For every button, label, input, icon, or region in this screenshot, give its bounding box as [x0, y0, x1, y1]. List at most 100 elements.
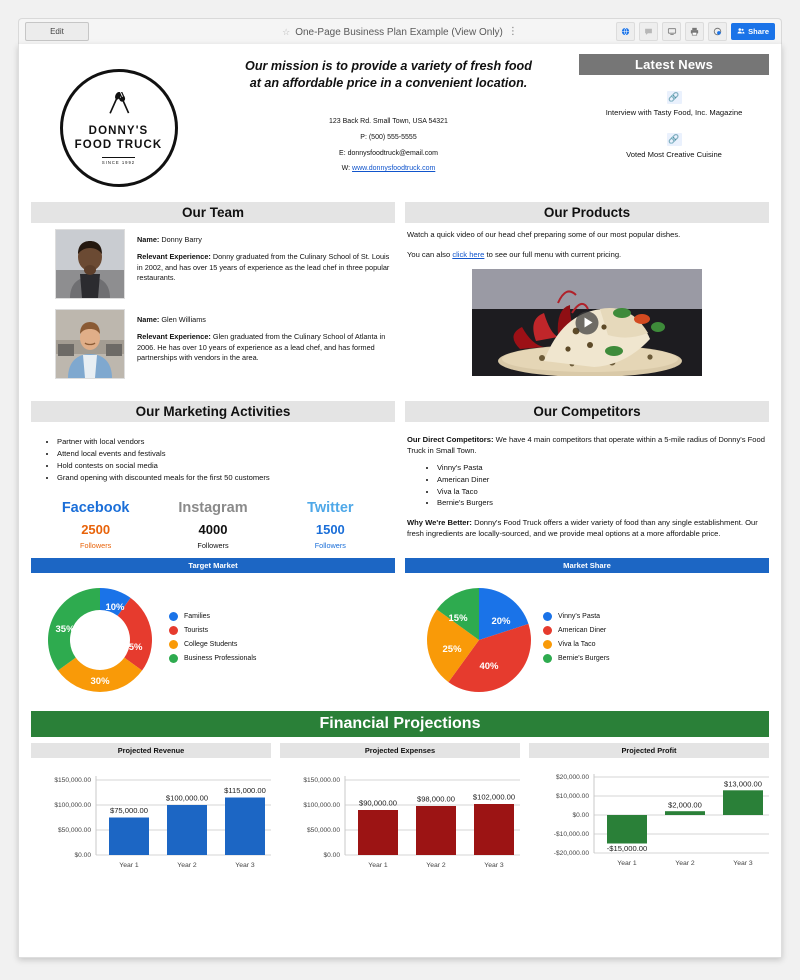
globe-icon[interactable] — [616, 22, 636, 41]
svg-text:$50,000.00: $50,000.00 — [307, 827, 340, 834]
social-count: 1500 — [315, 522, 345, 538]
social-stat-twitter: Twitter 1500 Followers — [272, 500, 389, 550]
contact-website-link[interactable]: www.donnysfoodtruck.com — [352, 165, 435, 172]
social-stat-facebook: Facebook 2500 Followers — [37, 500, 154, 550]
svg-text:Year 1: Year 1 — [119, 862, 139, 869]
svg-text:Year 3: Year 3 — [235, 862, 255, 869]
team-name-label: Name: — [137, 315, 160, 324]
present-icon[interactable] — [662, 22, 682, 41]
list-item: Viva la Taco — [437, 486, 767, 498]
marketing-activities-list: Partner with local vendors Attend local … — [31, 436, 395, 484]
social-network-name: Instagram — [178, 499, 248, 516]
edit-button[interactable]: Edit — [25, 22, 89, 41]
latest-news-title: Latest News — [579, 54, 769, 75]
competitors-title: Our Competitors — [405, 401, 769, 422]
legend-label: Bernie's Burgers — [558, 654, 610, 662]
logo-name-line1: DONNY'S — [88, 124, 149, 137]
market-share-chart-card: Market Share 20% 40% 25% 15% Vinny's Pas… — [405, 557, 769, 705]
link-icon[interactable]: 🔗 — [666, 91, 682, 104]
svg-text:Year 3: Year 3 — [484, 862, 504, 869]
team-products-row: Our Team Name: Donny Barry Relevant Expe… — [19, 202, 781, 389]
marketing-section: Our Marketing Activities Partner with lo… — [31, 401, 395, 550]
svg-text:40%: 40% — [479, 661, 499, 672]
why-better-label: Why We're Better: — [407, 518, 472, 528]
list-item: Grand opening with discounted meals for … — [57, 472, 395, 484]
our-team-title: Our Team — [31, 202, 395, 223]
legend-swatch — [543, 611, 552, 621]
svg-text:$10,000.00: $10,000.00 — [556, 793, 589, 800]
svg-text:Year 2: Year 2 — [426, 862, 446, 869]
logo-since: SINCE 1992 — [101, 157, 136, 165]
team-member-text: Name: Glen Williams Relevant Experience:… — [137, 309, 395, 379]
products-line2-after: to see our full menu with current pricin… — [484, 250, 622, 259]
svg-text:$50,000.00: $50,000.00 — [58, 827, 91, 834]
app-window: Edit ☆ One-Page Business Plan Example (V… — [0, 0, 800, 980]
logo-name-line2: FOOD TRUCK — [74, 138, 163, 151]
svg-text:$2,000.00: $2,000.00 — [668, 800, 702, 809]
projected-expenses-chart: $150,000.00 $100,000.00 $50,000.00 $0.00 — [280, 758, 520, 877]
legend-swatch — [169, 639, 178, 649]
svg-text:$13,000.00: $13,000.00 — [724, 779, 762, 788]
svg-text:$100,000.00: $100,000.00 — [303, 802, 340, 809]
contact-email: E: donnysfoodtruck@email.com — [339, 149, 438, 157]
list-item: American Diner — [437, 474, 767, 486]
legend-label: American Diner — [558, 626, 607, 634]
legend-swatch — [169, 611, 178, 621]
share-label: Share — [748, 27, 769, 36]
contact-phone: P: (500) 555-5555 — [360, 133, 417, 141]
target-market-chart-body: 10% 25% 30% 35% Families Tourists Colleg… — [31, 573, 395, 705]
legend-swatch — [543, 625, 552, 635]
team-member-text: Name: Donny Barry Relevant Experience: D… — [137, 229, 395, 299]
contact-block: 123 Back Rd. Small Town, USA 54321 P: (5… — [206, 114, 571, 177]
news-item[interactable]: 🔗 Voted Most Creative Cuisine — [579, 129, 769, 159]
print-icon[interactable] — [685, 22, 705, 41]
chef-dish-video-thumbnail[interactable] — [472, 269, 702, 376]
page-header: DONNY'S FOOD TRUCK SINCE 1992 Our missio… — [19, 44, 781, 202]
svg-text:35%: 35% — [55, 624, 75, 635]
team-member-name: Donny Barry — [161, 235, 202, 244]
news-item-label: Interview with Tasty Food, Inc. Magazine — [605, 108, 743, 117]
link-icon[interactable]: 🔗 — [666, 133, 682, 146]
people-icon — [737, 27, 745, 37]
list-item: Attend local events and festivals — [57, 448, 395, 460]
list-item: Partner with local vendors — [57, 436, 395, 448]
legend-item: Bernie's Burgers — [543, 653, 765, 663]
news-item-label: Voted Most Creative Cuisine — [626, 150, 722, 159]
document-title[interactable]: One-Page Business Plan Example (View Onl… — [295, 27, 503, 38]
team-exp-label: Relevant Experience: — [137, 332, 211, 342]
team-name-label: Name: — [137, 235, 160, 244]
direct-competitors-paragraph: Our Direct Competitors: We have 4 main c… — [407, 434, 767, 456]
pie-charts-row: Target Market 10% 25% 30% 35% Families T… — [19, 557, 781, 705]
team-member: Name: Donny Barry Relevant Experience: D… — [31, 229, 395, 299]
svg-text:$90,000.00: $90,000.00 — [359, 798, 397, 807]
legend-label: Families — [184, 612, 211, 620]
list-item: Bernie's Burgers — [437, 497, 767, 509]
financial-charts-row: Projected Revenue $150,000.00 $100,000.0… — [19, 742, 781, 877]
legend-swatch — [543, 639, 552, 649]
legend-label: Vinny's Pasta — [558, 612, 601, 620]
projected-expenses-title: Projected Expenses — [280, 742, 520, 758]
crossed-utensils-icon — [104, 91, 134, 121]
share-button[interactable]: Share — [731, 23, 775, 40]
history-icon[interactable] — [708, 22, 728, 41]
marketing-title: Our Marketing Activities — [31, 401, 395, 422]
play-icon[interactable] — [575, 311, 599, 334]
team-member-name: Glen Williams — [161, 315, 206, 324]
target-market-donut: 10% 25% 30% 35% — [48, 587, 152, 692]
competitors-list: Vinny's Pasta American Diner Viva la Tac… — [407, 462, 767, 509]
svg-text:15%: 15% — [448, 613, 468, 624]
news-item[interactable]: 🔗 Interview with Tasty Food, Inc. Magazi… — [579, 87, 769, 117]
menu-link[interactable]: click here — [452, 250, 484, 259]
star-outline-icon[interactable]: ☆ — [282, 27, 290, 38]
more-vertical-icon[interactable]: ⋮ — [508, 27, 518, 37]
svg-text:$150,000.00: $150,000.00 — [303, 777, 340, 784]
svg-text:Year 2: Year 2 — [675, 860, 695, 867]
svg-text:25%: 25% — [123, 642, 143, 653]
market-share-chart-body: 20% 40% 25% 15% Vinny's Pasta American D… — [405, 573, 769, 705]
legend-swatch — [543, 653, 552, 663]
svg-text:$0.00: $0.00 — [572, 812, 589, 819]
comment-icon[interactable] — [639, 22, 659, 41]
legend-swatch — [169, 625, 178, 635]
list-item: Hold contests on social media — [57, 460, 395, 472]
social-network-name: Facebook — [61, 499, 130, 516]
